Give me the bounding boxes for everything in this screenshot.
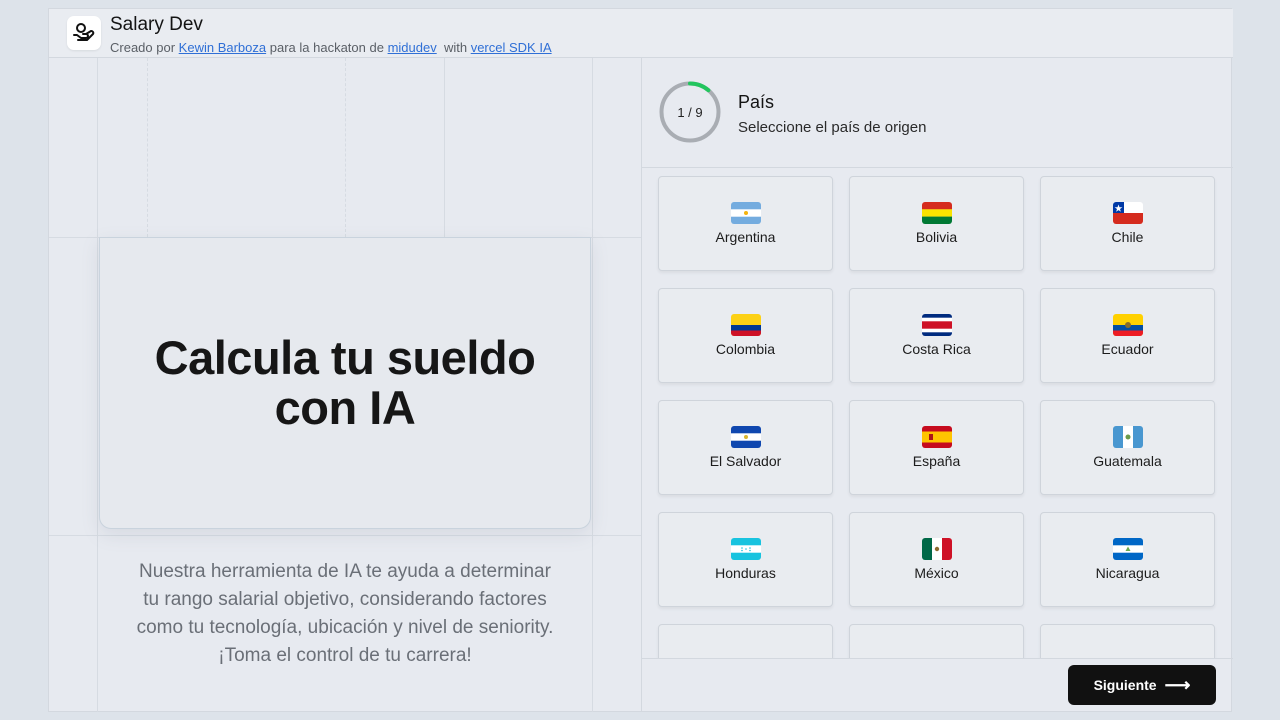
sdk-link[interactable]: vercel SDK IA — [471, 40, 552, 55]
ecuador-flag — [1112, 314, 1143, 336]
hero-title-line1: Calcula tu sueldo — [154, 331, 536, 384]
author-link[interactable]: Kewin Barboza — [179, 40, 266, 55]
grid-line — [147, 58, 148, 237]
costa-rica-flag — [921, 314, 952, 336]
country-option[interactable] — [849, 624, 1024, 658]
hero-panel: Calcula tu sueldo con IA Nuestra herrami… — [49, 58, 641, 712]
country-option[interactable]: Argentina — [658, 176, 833, 271]
country-option[interactable]: El Salvador — [658, 400, 833, 495]
step-subtitle: Seleccione el país de origen — [738, 119, 927, 136]
form-panel: 1 / 9 País Seleccione el país de origen … — [641, 58, 1233, 712]
country-option[interactable] — [1040, 624, 1215, 658]
spain-flag — [921, 426, 952, 448]
country-grid: Argentina Bolivia Chile Colombia Costa Rica E… — [658, 176, 1215, 658]
chile-flag — [1112, 202, 1143, 224]
step-title: País — [738, 92, 775, 112]
country-label: México — [914, 565, 959, 581]
country-label: Chile — [1111, 229, 1144, 245]
logo[interactable] — [67, 16, 101, 50]
credit-prefix: Creado por — [110, 40, 176, 55]
hand-coin-icon — [73, 23, 95, 41]
hero-card: Calcula tu sueldo con IA — [99, 237, 591, 529]
credit-with: with — [443, 40, 468, 55]
hero-title-line2: con IA — [274, 381, 416, 434]
grid-line — [345, 58, 346, 237]
app-window: Salary Dev Creado por Kewin Barboza para… — [48, 8, 1233, 712]
country-option[interactable]: Honduras — [658, 512, 833, 607]
hero-description: Nuestra herramienta de IA te ayuda a det… — [136, 561, 554, 666]
progress-label: 1 / 9 — [677, 104, 703, 120]
country-label: Guatemala — [1093, 453, 1162, 469]
argentina-flag — [730, 202, 761, 224]
nicaragua-flag — [1112, 538, 1143, 560]
credit-middle: para la hackaton de — [269, 40, 384, 55]
country-option[interactable]: México — [849, 512, 1024, 607]
credits-line: Creado por Kewin Barboza para la hackato… — [110, 40, 552, 55]
next-button-label: Siguiente — [1093, 677, 1157, 693]
footer: Siguiente ⟶ — [642, 658, 1233, 712]
country-label: Bolivia — [915, 229, 958, 245]
country-option[interactable]: Ecuador — [1040, 288, 1215, 383]
country-label: Honduras — [715, 565, 776, 581]
guatemala-flag — [1112, 426, 1143, 448]
grid-line — [97, 58, 98, 712]
grid-line — [49, 535, 641, 536]
mexico-flag — [921, 538, 952, 560]
country-label: Costa Rica — [902, 341, 971, 357]
honduras-flag — [730, 538, 761, 560]
country-label: Colombia — [715, 341, 776, 357]
next-button[interactable]: Siguiente ⟶ — [1068, 665, 1216, 705]
country-label: España — [912, 453, 961, 469]
country-option[interactable]: Costa Rica — [849, 288, 1024, 383]
country-label: Nicaragua — [1095, 565, 1160, 581]
el-salvador-flag — [730, 426, 761, 448]
country-label: El Salvador — [709, 453, 782, 469]
country-option[interactable]: Guatemala — [1040, 400, 1215, 495]
colombia-flag — [730, 314, 761, 336]
header: Salary Dev Creado por Kewin Barboza para… — [49, 9, 1233, 58]
country-option[interactable]: Nicaragua — [1040, 512, 1215, 607]
country-option[interactable]: Bolivia — [849, 176, 1024, 271]
country-label: Ecuador — [1101, 341, 1154, 357]
hero-title: Calcula tu sueldo con IA — [155, 333, 536, 433]
country-list[interactable]: Argentina Bolivia Chile Colombia Costa Rica E… — [642, 168, 1233, 658]
country-option[interactable]: Colombia — [658, 288, 833, 383]
grid-line — [592, 58, 593, 712]
country-option[interactable]: España — [849, 400, 1024, 495]
grid-line — [444, 58, 445, 237]
event-link[interactable]: midudev — [388, 40, 437, 55]
country-option[interactable] — [658, 624, 833, 658]
country-option[interactable]: Chile — [1040, 176, 1215, 271]
step-header: 1 / 9 País Seleccione el país de origen — [642, 58, 1233, 168]
arrow-right-icon: ⟶ — [1164, 675, 1191, 695]
bolivia-flag — [921, 202, 952, 224]
app-title: Salary Dev — [110, 14, 203, 35]
country-label: Argentina — [715, 229, 776, 245]
